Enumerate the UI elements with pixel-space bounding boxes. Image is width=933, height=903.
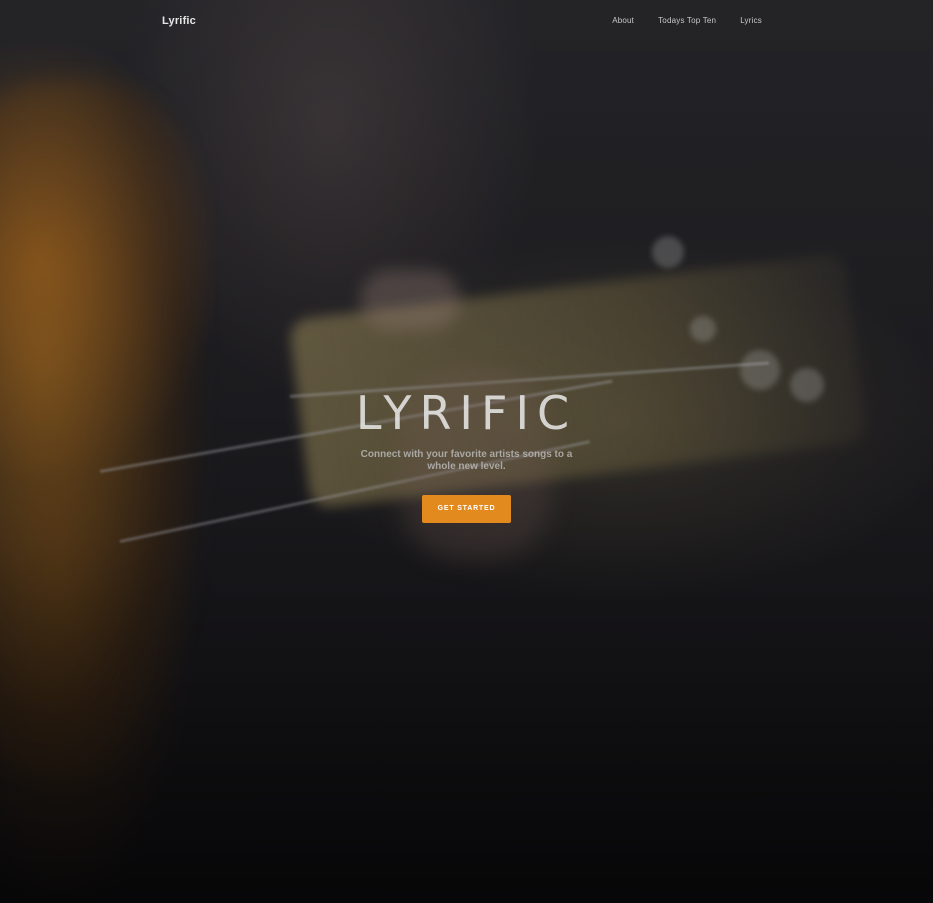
nav-links: About Todays Top Ten Lyrics bbox=[588, 16, 762, 25]
nav-link-todays-top-ten[interactable]: Todays Top Ten bbox=[658, 16, 716, 25]
brand-logo-link[interactable]: Lyrific bbox=[162, 15, 196, 27]
hero-subtitle: Connect with your favorite artists songs… bbox=[360, 449, 573, 472]
top-navbar: Lyrific About Todays Top Ten Lyrics bbox=[0, 0, 933, 42]
get-started-button[interactable]: GET STARTED bbox=[422, 495, 511, 523]
nav-link-about[interactable]: About bbox=[612, 16, 634, 25]
nav-link-lyrics[interactable]: Lyrics bbox=[740, 16, 762, 25]
hero-section: Lyrific About Todays Top Ten Lyrics LYRI… bbox=[0, 0, 933, 903]
hero-content: LYRIFIC Connect with your favorite artis… bbox=[0, 385, 933, 523]
hero-headline: LYRIFIC bbox=[355, 386, 578, 440]
